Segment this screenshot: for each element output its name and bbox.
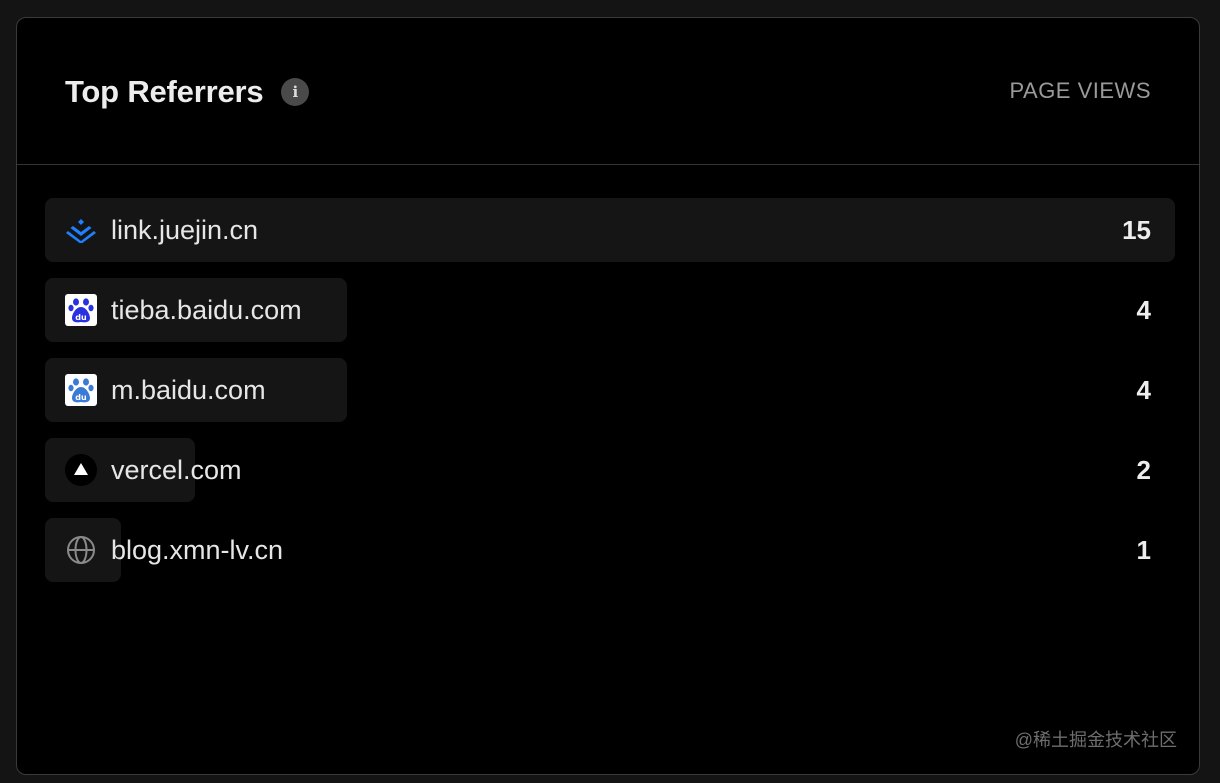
svg-text:du: du: [75, 393, 87, 402]
vercel-icon: [65, 454, 97, 486]
svg-text:du: du: [75, 313, 87, 322]
card-title: Top Referrers: [65, 74, 264, 109]
referrer-row[interactable]: du tieba.baidu.com 4: [45, 278, 1175, 342]
baidu-icon: du: [65, 294, 97, 326]
page-view-count: 2: [1136, 455, 1151, 485]
page-view-count: 4: [1136, 375, 1151, 405]
referrer-list: link.juejin.cn 15 du tieba.baidu.com 4 d…: [45, 198, 1175, 598]
watermark: @稀土掘金技术社区: [1014, 730, 1177, 750]
referrer-row[interactable]: du m.baidu.com 4: [45, 358, 1175, 422]
top-referrers-card: Top Referrers i PAGE VIEWS link.juejin.c…: [16, 17, 1200, 775]
card-header: Top Referrers i PAGE VIEWS: [17, 18, 1199, 165]
baidu-icon: du: [65, 374, 97, 406]
referrer-domain[interactable]: blog.xmn-lv.cn: [111, 535, 283, 566]
referrer-domain[interactable]: vercel.com: [111, 455, 242, 486]
referrer-row[interactable]: link.juejin.cn 15: [45, 198, 1175, 262]
page-view-count: 4: [1136, 295, 1151, 325]
globe-icon: [65, 534, 97, 566]
page-view-count: 1: [1136, 535, 1151, 565]
info-icon[interactable]: i: [281, 78, 310, 106]
referrer-domain[interactable]: link.juejin.cn: [111, 215, 258, 246]
referrer-domain[interactable]: tieba.baidu.com: [111, 295, 302, 326]
page-views-column-header: PAGE VIEWS: [1009, 78, 1151, 103]
title-group: Top Referrers i: [65, 74, 310, 110]
referrer-row[interactable]: blog.xmn-lv.cn 1: [45, 518, 1175, 582]
referrer-row[interactable]: vercel.com 2: [45, 438, 1175, 502]
juejin-icon: [65, 214, 97, 246]
referrer-domain[interactable]: m.baidu.com: [111, 375, 266, 406]
page-view-count: 15: [1122, 215, 1151, 245]
